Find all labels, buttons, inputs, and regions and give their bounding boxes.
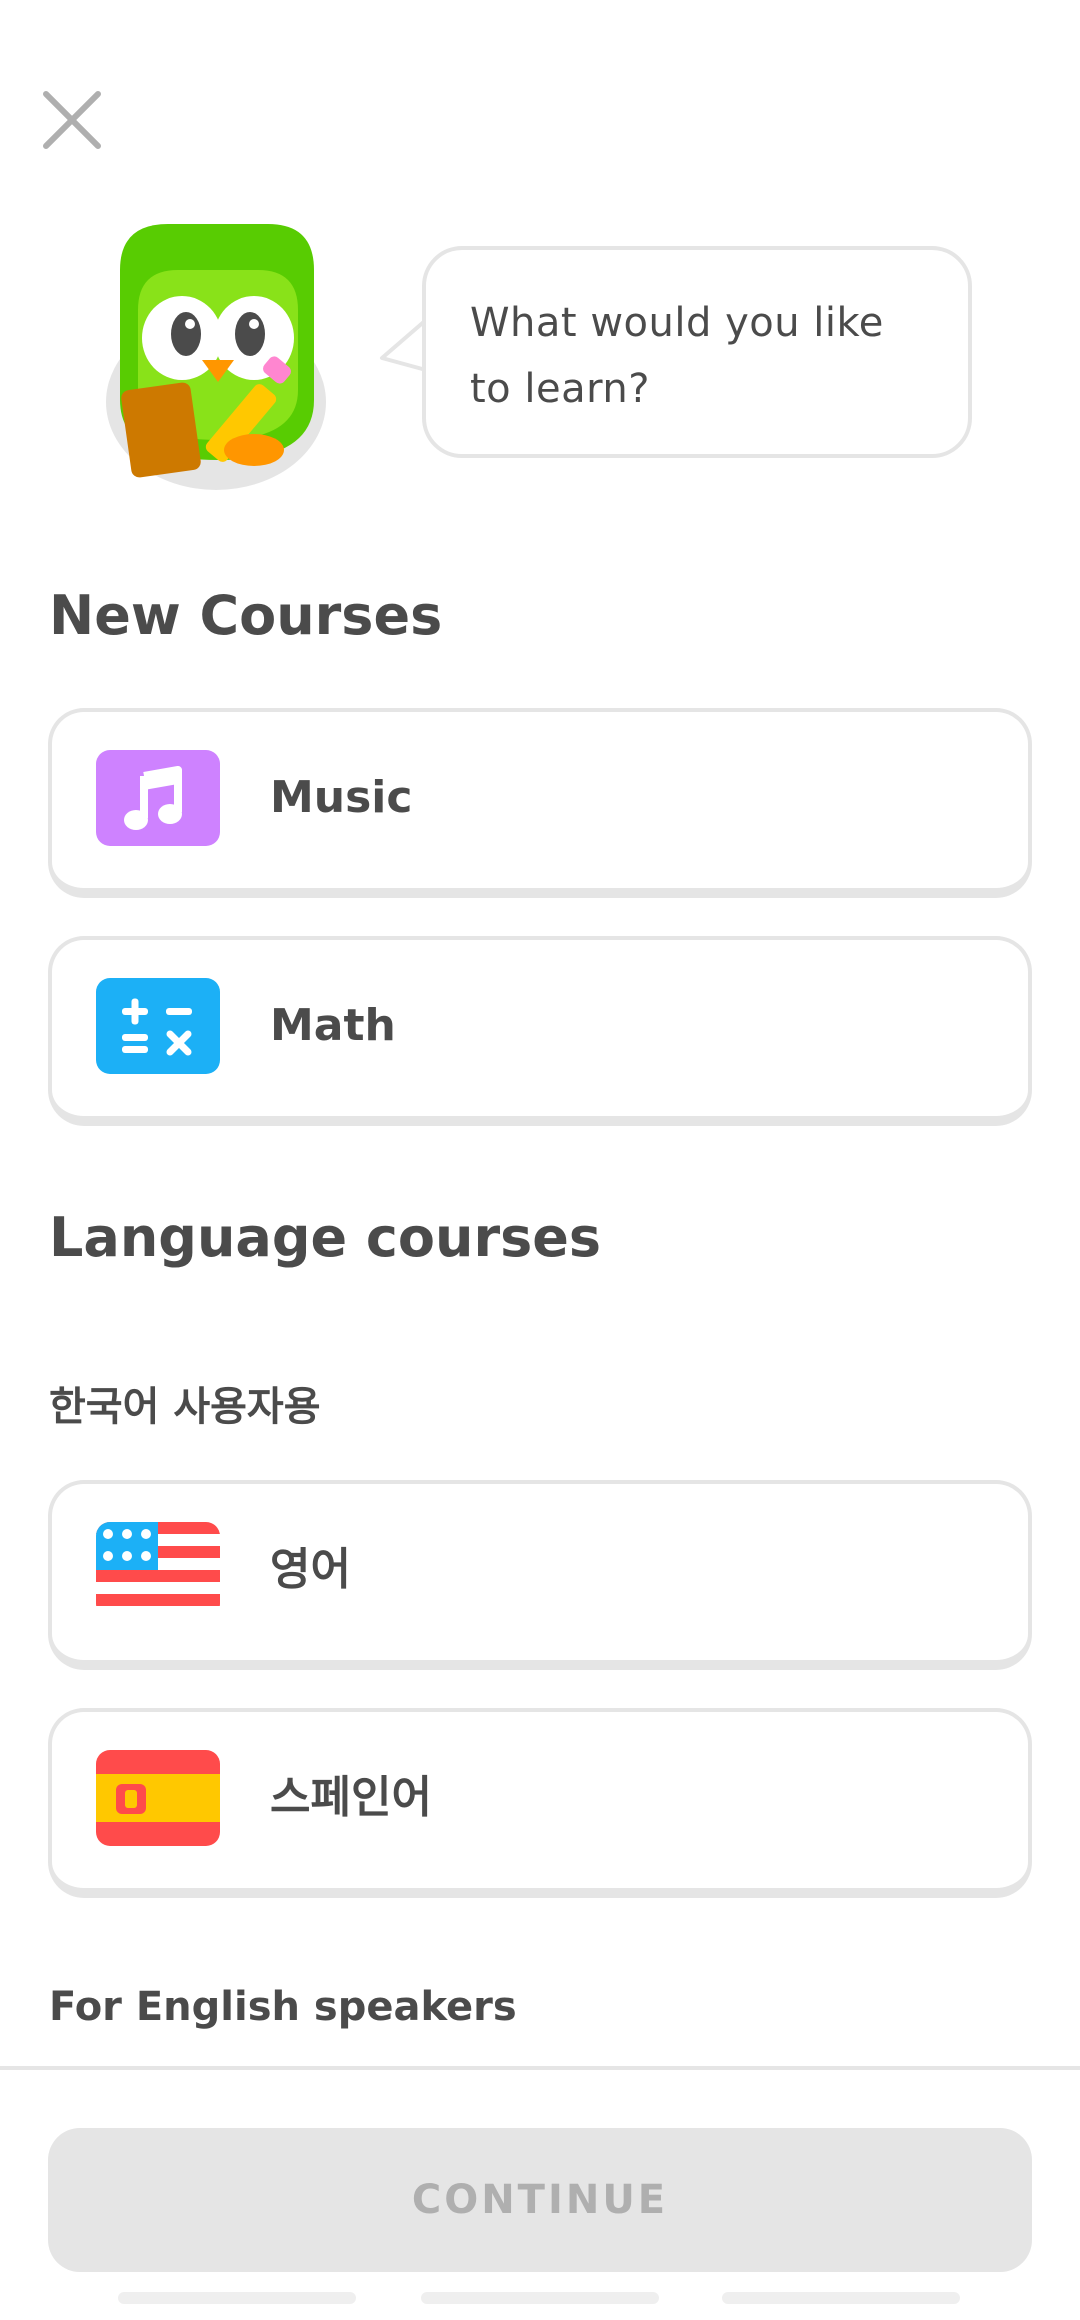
peek-line (722, 2292, 960, 2304)
speech-bubble-text: What would you like to learn? (470, 300, 884, 412)
korean-speakers-heading: 한국어 사용자용 (49, 1384, 321, 1430)
us-flag-icon (96, 1522, 220, 1618)
speech-bubble-tail (380, 318, 428, 372)
new-courses-title: New Courses (49, 584, 443, 647)
course-option-music[interactable]: Music (48, 708, 1032, 898)
close-icon (43, 91, 101, 149)
english-speakers-heading: For English speakers (49, 1984, 517, 2030)
language-courses-title: Language courses (49, 1206, 601, 1269)
owl-mascot-icon (98, 210, 338, 500)
course-option-math[interactable]: Math (48, 936, 1032, 1126)
spain-flag-icon (96, 1750, 220, 1846)
continue-button[interactable]: CONTINUE (48, 2128, 1032, 2272)
course-label-math: Math (270, 1000, 396, 1051)
math-symbols-icon (96, 978, 220, 1074)
course-label-spanish: 스페인어 (270, 1772, 432, 1823)
peek-line (421, 2292, 659, 2304)
course-selection-screen: What would you like to learn? New Course… (0, 0, 1080, 2320)
music-note-icon (96, 750, 220, 846)
course-label-music: Music (270, 772, 413, 823)
speech-bubble: What would you like to learn? (422, 246, 972, 458)
course-label-english: 영어 (270, 1544, 351, 1595)
close-button[interactable] (38, 86, 106, 154)
peek-line (118, 2292, 356, 2304)
course-option-spanish[interactable]: 스페인어 (48, 1708, 1032, 1898)
course-option-english[interactable]: 영어 (48, 1480, 1032, 1670)
